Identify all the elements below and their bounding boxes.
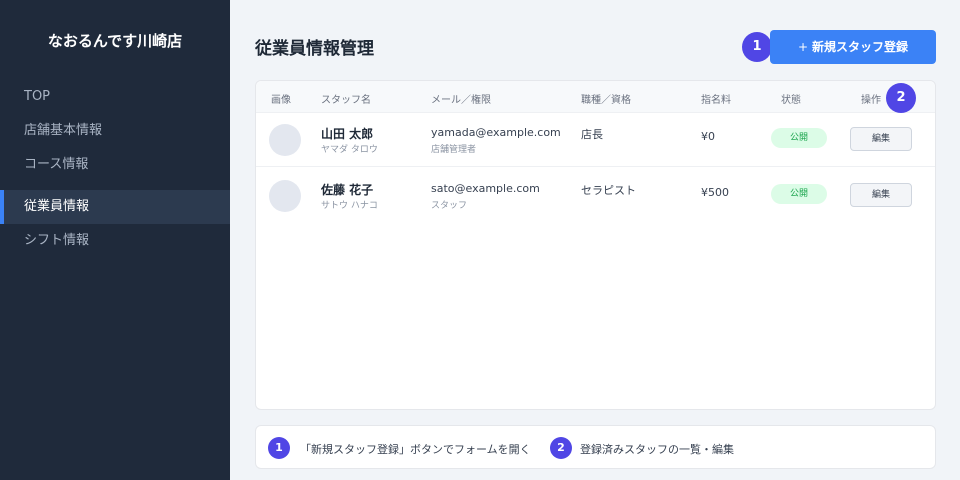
staff-job: セラピスト — [581, 184, 636, 197]
staff-table: 画像 スタッフ名 メール／権限 職種／資格 指名料 状態 操作 2 山田 太郎 … — [255, 80, 936, 410]
table-row: 佐藤 花子 サトウ ハナコ sato@example.com スタッフ セラピス… — [256, 167, 935, 223]
legend-badge-1: 1 — [268, 437, 290, 459]
staff-name: 佐藤 花子 — [321, 183, 374, 197]
callout-badge-2: 2 — [886, 83, 916, 113]
staff-role: 店舗管理者 — [431, 145, 477, 155]
add-staff-button[interactable]: + 新規スタッフ登録 — [770, 30, 936, 64]
staff-kana: サトウ ハナコ — [321, 201, 378, 211]
column-header-status: 状態 — [781, 95, 801, 106]
staff-email: yamada@example.com — [431, 126, 561, 139]
table-row: 山田 太郎 ヤマダ タロウ yamada@example.com 店舗管理者 店… — [256, 111, 935, 167]
sidebar-item-staff-info[interactable]: 従業員情報 — [0, 190, 230, 224]
sidebar-item-shift-info[interactable]: シフト情報 — [0, 224, 230, 258]
plus-icon: + — [797, 40, 809, 54]
callout-badge-1: 1 — [742, 32, 772, 62]
legend-item-1: 「新規スタッフ登録」ボタンでフォームを開く — [300, 443, 531, 456]
sidebar-item-top[interactable]: TOP — [0, 80, 230, 114]
legend-item-2: 登録済みスタッフの一覧・編集 — [580, 443, 734, 456]
status-badge: 公開 — [771, 128, 827, 148]
column-header-actions: 操作 — [861, 95, 881, 106]
sidebar-item-course-info[interactable]: コース情報 — [0, 148, 230, 182]
edit-button[interactable]: 編集 — [850, 127, 912, 151]
add-staff-button-label: 新規スタッフ登録 — [812, 40, 909, 54]
staff-role: スタッフ — [431, 201, 468, 211]
status-badge: 公開 — [771, 184, 827, 204]
column-header-email-role: メール／権限 — [431, 95, 491, 106]
staff-email: sato@example.com — [431, 182, 540, 195]
edit-button[interactable]: 編集 — [850, 183, 912, 207]
store-name: なおるんです川崎店 — [47, 32, 183, 50]
column-header-fee: 指名料 — [701, 95, 731, 106]
avatar — [269, 124, 301, 156]
staff-kana: ヤマダ タロウ — [321, 145, 378, 155]
column-header-image: 画像 — [271, 95, 291, 106]
column-header-job: 職種／資格 — [581, 95, 631, 106]
sidebar: なおるんです川崎店 TOP 店舗基本情報 コース情報 従業員情報 シフト情報 — [0, 0, 230, 480]
table-header: 画像 スタッフ名 メール／権限 職種／資格 指名料 状態 操作 — [256, 81, 935, 113]
staff-name: 山田 太郎 — [321, 127, 374, 141]
column-header-staff-name: スタッフ名 — [321, 95, 371, 106]
sidebar-item-store-info[interactable]: 店舗基本情報 — [0, 114, 230, 148]
staff-fee: ¥0 — [701, 130, 715, 143]
page-title: 従業員情報管理 — [255, 39, 374, 59]
avatar — [269, 180, 301, 212]
legend-badge-2: 2 — [550, 437, 572, 459]
staff-fee: ¥500 — [701, 186, 729, 199]
staff-job: 店長 — [581, 128, 603, 141]
legend-panel: 1 「新規スタッフ登録」ボタンでフォームを開く 2 登録済みスタッフの一覧・編集 — [255, 425, 936, 469]
